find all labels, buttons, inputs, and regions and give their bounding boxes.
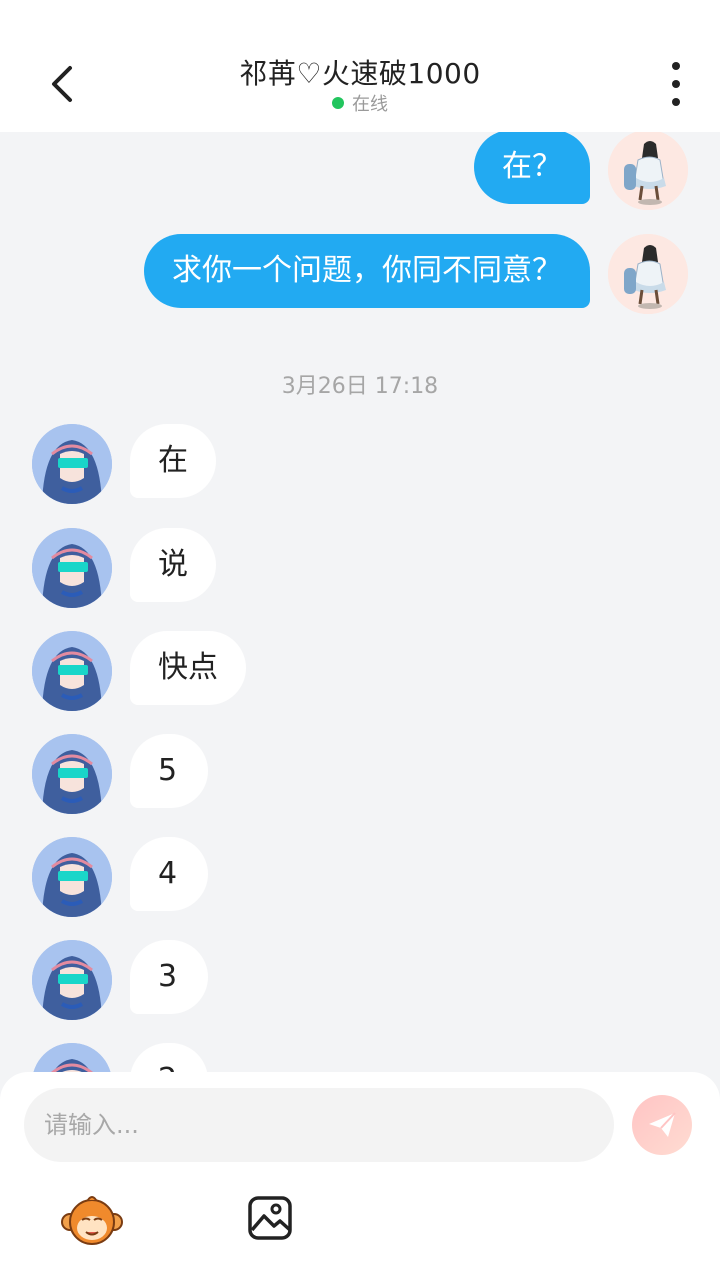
message-bubble-incoming[interactable]: 5: [130, 734, 208, 808]
message-row-incoming: 快点: [0, 631, 720, 711]
message-row-incoming: 4: [0, 837, 720, 917]
message-bubble-outgoing[interactable]: 在？: [474, 132, 590, 204]
contact-avatar[interactable]: [32, 837, 112, 917]
contact-avatar[interactable]: [32, 1043, 112, 1072]
contact-avatar[interactable]: [32, 734, 112, 814]
my-avatar-image: [608, 234, 688, 314]
message-bubble-incoming[interactable]: 2: [130, 1043, 208, 1072]
message-input[interactable]: [24, 1088, 614, 1162]
composer-panel: [0, 1072, 720, 1280]
message-row-incoming: 5: [0, 734, 720, 814]
contact-avatar-image: [32, 734, 112, 814]
contact-avatar-image: [32, 1043, 112, 1072]
page-title: 祁苒♡火速破1000: [239, 57, 481, 90]
more-options-button[interactable]: [662, 62, 690, 106]
message-row-incoming: 说: [0, 528, 720, 608]
monkey-sticker-icon: [61, 1196, 123, 1245]
message-row-incoming: 2: [0, 1043, 720, 1072]
contact-avatar[interactable]: [32, 528, 112, 608]
contact-avatar[interactable]: [32, 631, 112, 711]
message-bubble-outgoing[interactable]: 求你一个问题，你同不同意？: [144, 234, 590, 308]
message-bubble-incoming[interactable]: 3: [130, 940, 208, 1014]
my-avatar-image: [608, 132, 688, 210]
sticker-button[interactable]: [60, 1192, 124, 1248]
contact-avatar-image: [32, 631, 112, 711]
message-timestamp: 3月26日 17:18: [281, 374, 439, 399]
message-row-outgoing: 在？: [0, 132, 720, 210]
contact-avatar[interactable]: [32, 940, 112, 1020]
message-bubble-incoming[interactable]: 在: [130, 424, 216, 498]
message-bubble-incoming[interactable]: 快点: [130, 631, 246, 705]
message-bubble-incoming[interactable]: 说: [130, 528, 216, 602]
message-list[interactable]: 在？ 求你一个问题，你同不同意？ 3月26日 17:18 在 说 快点 5 4 …: [0, 132, 720, 1072]
message-row-outgoing: 求你一个问题，你同不同意？: [0, 234, 720, 314]
send-icon: [649, 1112, 676, 1137]
online-status-label: 在线: [352, 94, 388, 115]
chat-header: 祁苒♡火速破1000 在线: [0, 0, 720, 132]
more-vertical-icon: [672, 62, 680, 70]
my-avatar[interactable]: [608, 234, 688, 314]
online-status: 在线: [0, 90, 720, 116]
online-dot-icon: [332, 97, 344, 109]
contact-avatar-image: [32, 940, 112, 1020]
image-button[interactable]: [246, 1194, 294, 1242]
message-row-incoming: 3: [0, 940, 720, 1020]
my-avatar[interactable]: [608, 132, 688, 210]
send-button[interactable]: [632, 1095, 692, 1155]
image-icon: [248, 1196, 292, 1240]
contact-avatar-image: [32, 837, 112, 917]
chat-screen: 祁苒♡火速破1000 在线 在？ 求你一个问题，你同不同意？ 3月26日 17:…: [0, 0, 720, 1280]
message-row-incoming: 在: [0, 424, 720, 504]
contact-avatar-image: [32, 424, 112, 504]
contact-avatar[interactable]: [32, 424, 112, 504]
message-bubble-incoming[interactable]: 4: [130, 837, 208, 911]
contact-avatar-image: [32, 528, 112, 608]
